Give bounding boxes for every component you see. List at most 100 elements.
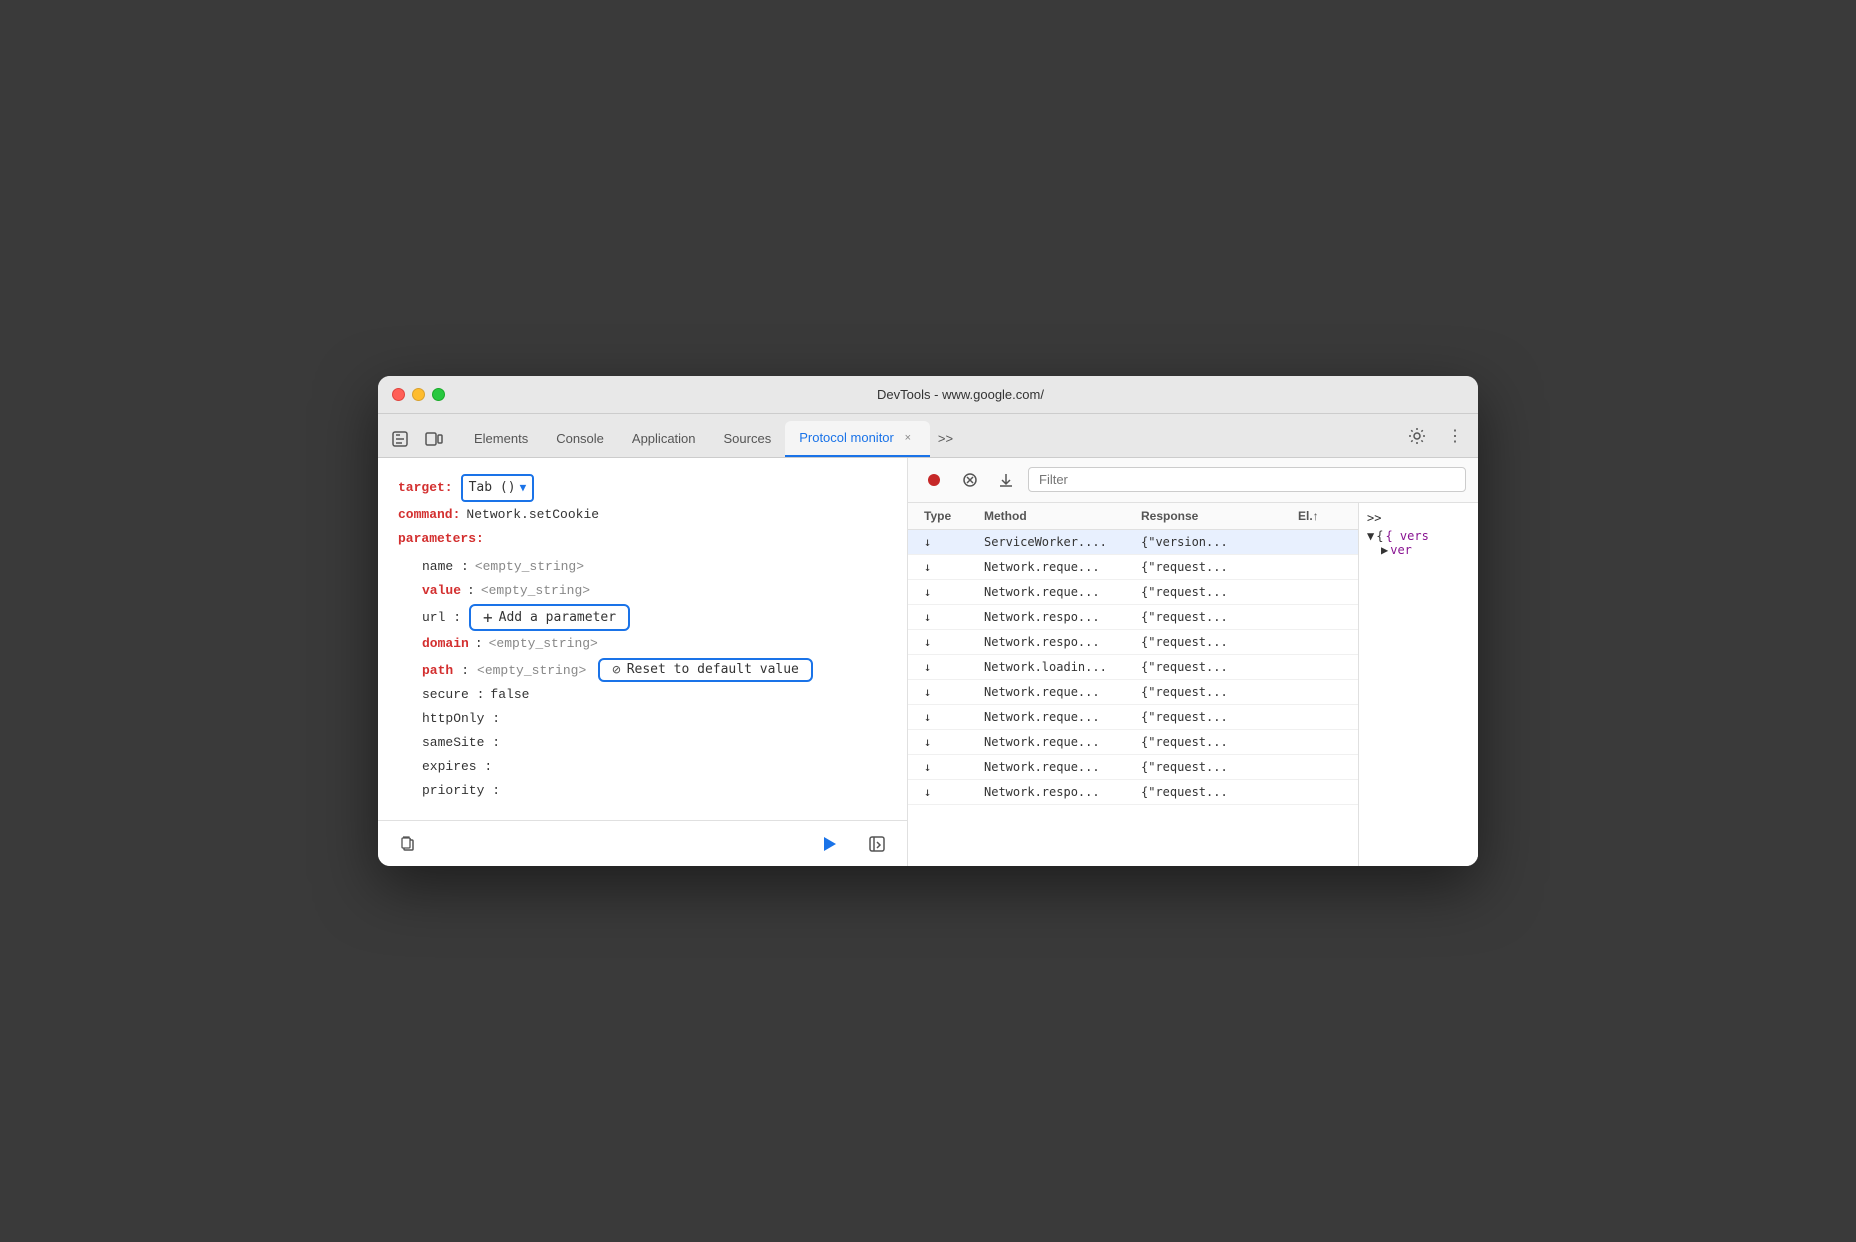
- tab-sources[interactable]: Sources: [710, 421, 786, 457]
- td-type: ↓: [916, 655, 976, 679]
- table-row[interactable]: ↓ ServiceWorker.... {"version...: [908, 530, 1358, 555]
- target-value: Tab (): [469, 477, 516, 499]
- tab-close-icon[interactable]: ×: [900, 430, 916, 446]
- title-bar: DevTools - www.google.com/: [378, 376, 1478, 414]
- field-domain: domain : <empty_string>: [398, 633, 887, 655]
- td-el: [1290, 680, 1350, 704]
- field-value: value : <empty_string>: [398, 580, 887, 602]
- td-type: ↓: [916, 680, 976, 704]
- table-row[interactable]: ↓ Network.respo... {"request...: [908, 630, 1358, 655]
- right-panel: Type Method Response El.↑: [908, 458, 1478, 866]
- json-expand-icon-2[interactable]: ▶: [1381, 543, 1388, 557]
- record-button[interactable]: [920, 466, 948, 494]
- td-method: Network.reque...: [976, 705, 1133, 729]
- col-response: Response: [1133, 503, 1290, 529]
- table-row[interactable]: ↓ Network.respo... {"request...: [908, 780, 1358, 805]
- td-el: [1290, 555, 1350, 579]
- parameters-row: parameters:: [398, 528, 887, 550]
- copy-button[interactable]: [394, 830, 422, 858]
- devtools-window: DevTools - www.google.com/ Elements Cons…: [378, 376, 1478, 866]
- close-button[interactable]: [392, 388, 405, 401]
- panel-more-btn[interactable]: >>: [1367, 511, 1381, 525]
- window-title: DevTools - www.google.com/: [457, 387, 1464, 402]
- command-label: command:: [398, 504, 460, 526]
- tab-protocol-monitor[interactable]: Protocol monitor ×: [785, 421, 930, 457]
- td-el: [1290, 630, 1350, 654]
- td-response: {"request...: [1133, 755, 1290, 779]
- td-method: Network.respo...: [976, 630, 1133, 654]
- table-row[interactable]: ↓ Network.reque... {"request...: [908, 705, 1358, 730]
- table-row[interactable]: ↓ Network.reque... {"request...: [908, 680, 1358, 705]
- td-response: {"request...: [1133, 705, 1290, 729]
- device-mode-icon[interactable]: [420, 425, 448, 453]
- td-type: ↓: [916, 705, 976, 729]
- reset-icon: ⊘: [612, 662, 620, 678]
- left-content: target: Tab () ▼ command: Network.setCoo…: [378, 458, 907, 820]
- more-options-button[interactable]: ⋮: [1440, 421, 1470, 451]
- left-footer: [378, 820, 907, 866]
- target-label: target:: [398, 477, 453, 499]
- td-response: {"request...: [1133, 605, 1290, 629]
- td-type: ↓: [916, 630, 976, 654]
- td-method: Network.respo...: [976, 780, 1133, 804]
- td-type: ↓: [916, 555, 976, 579]
- field-samesite: sameSite :: [398, 732, 887, 754]
- td-method: Network.reque...: [976, 580, 1133, 604]
- td-method: ServiceWorker....: [976, 530, 1133, 554]
- minimize-button[interactable]: [412, 388, 425, 401]
- target-select[interactable]: Tab () ▼: [461, 474, 535, 502]
- clear-button[interactable]: [956, 466, 984, 494]
- json-panel: >> ▼ { { vers ▶ ver: [1358, 503, 1478, 866]
- main-content: target: Tab () ▼ command: Network.setCoo…: [378, 458, 1478, 866]
- command-value: Network.setCookie: [466, 504, 599, 526]
- parameters-label: parameters:: [398, 528, 484, 550]
- sidebar-toggle-button[interactable]: [863, 830, 891, 858]
- settings-button[interactable]: [1402, 421, 1432, 451]
- filter-bar: [908, 458, 1478, 503]
- col-method: Method: [976, 503, 1133, 529]
- table-row[interactable]: ↓ Network.reque... {"request...: [908, 730, 1358, 755]
- td-response: {"request...: [1133, 580, 1290, 604]
- field-priority: priority :: [398, 780, 887, 802]
- field-path: path : <empty_string> ⊘ Reset to default…: [398, 658, 887, 682]
- json-sub-key: ver: [1390, 543, 1412, 557]
- table-row[interactable]: ↓ Network.reque... {"request...: [908, 555, 1358, 580]
- table-header: Type Method Response El.↑: [908, 503, 1358, 530]
- td-type: ↓: [916, 605, 976, 629]
- td-method: Network.reque...: [976, 555, 1133, 579]
- td-response: {"request...: [1133, 680, 1290, 704]
- reset-default-button[interactable]: ⊘ Reset to default value: [598, 658, 813, 682]
- td-method: Network.respo...: [976, 605, 1133, 629]
- table-row[interactable]: ↓ Network.loadin... {"request...: [908, 655, 1358, 680]
- tabs-bar: Elements Console Application Sources Pro…: [378, 414, 1478, 458]
- json-expand-icon[interactable]: ▼: [1367, 529, 1374, 543]
- td-method: Network.reque...: [976, 680, 1133, 704]
- plus-icon: +: [483, 608, 493, 627]
- td-el: [1290, 730, 1350, 754]
- table-row[interactable]: ↓ Network.reque... {"request...: [908, 755, 1358, 780]
- td-response: {"request...: [1133, 555, 1290, 579]
- table-area: Type Method Response El.↑: [908, 503, 1358, 866]
- add-parameter-button[interactable]: + Add a parameter: [469, 604, 630, 631]
- td-response: {"request...: [1133, 630, 1290, 654]
- field-httponly: httpOnly :: [398, 708, 887, 730]
- devtools-icon[interactable]: [386, 425, 414, 453]
- filter-input[interactable]: [1028, 467, 1466, 492]
- td-type: ↓: [916, 530, 976, 554]
- tab-more-button[interactable]: >>: [930, 421, 961, 457]
- download-button[interactable]: [992, 466, 1020, 494]
- maximize-button[interactable]: [432, 388, 445, 401]
- td-response: {"request...: [1133, 655, 1290, 679]
- td-method: Network.loadin...: [976, 655, 1133, 679]
- td-response: {"request...: [1133, 730, 1290, 754]
- td-el: [1290, 530, 1350, 554]
- table-row[interactable]: ↓ Network.respo... {"request...: [908, 605, 1358, 630]
- tab-application[interactable]: Application: [618, 421, 710, 457]
- run-button[interactable]: [815, 830, 843, 858]
- tab-elements[interactable]: Elements: [460, 421, 542, 457]
- tab-console[interactable]: Console: [542, 421, 618, 457]
- table-row[interactable]: ↓ Network.reque... {"request...: [908, 580, 1358, 605]
- td-type: ↓: [916, 780, 976, 804]
- td-type: ↓: [916, 730, 976, 754]
- tabs-right-actions: ⋮: [1402, 421, 1470, 457]
